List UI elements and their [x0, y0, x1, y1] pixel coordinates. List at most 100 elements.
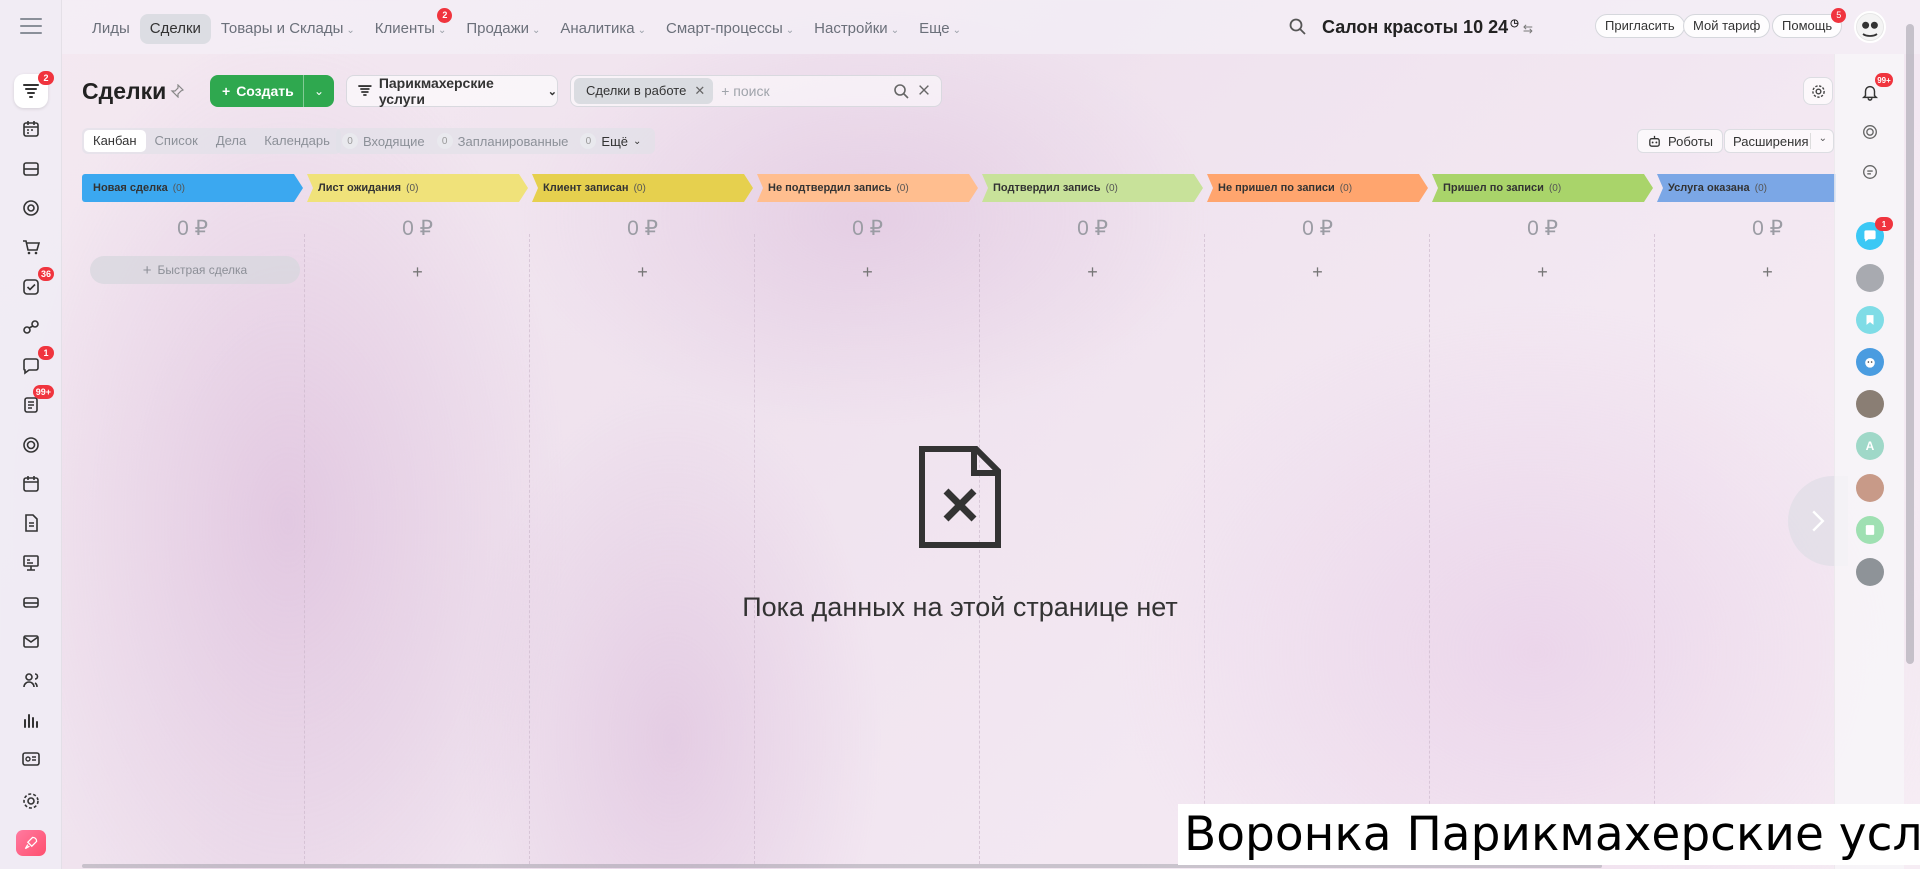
presentation-icon[interactable] [14, 546, 48, 580]
view-tab[interactable]: Календарь [255, 130, 339, 152]
target-icon[interactable] [14, 191, 48, 225]
tasks-icon[interactable]: 36 [14, 267, 54, 304]
view-tab[interactable]: Дела [207, 130, 255, 152]
stage-header[interactable]: Пришел по записи (0) [1432, 174, 1653, 202]
contacts-icon[interactable] [14, 663, 48, 697]
top-menu-item[interactable]: Аналитика ⌄ [550, 14, 656, 44]
quick-deal-button[interactable]: + Быстрая сделка [90, 256, 300, 284]
create-button[interactable]: + Создать ⌄ [210, 75, 334, 107]
notes-icon[interactable] [1856, 516, 1884, 544]
left-sidebar: 2 36 1 99+ [0, 0, 62, 869]
user-avatar[interactable] [1854, 11, 1886, 43]
bell-icon[interactable]: 99+ [1856, 73, 1893, 106]
cart-icon[interactable] [14, 230, 48, 264]
copilot-icon[interactable] [1856, 118, 1884, 146]
contact-avatar[interactable] [1856, 390, 1884, 418]
stage-header[interactable]: Не пришел по записи (0) [1207, 174, 1428, 202]
top-menu-item[interactable]: Настройки ⌄ [804, 14, 909, 44]
stage-header[interactable]: Новая сделка (0) [82, 174, 303, 202]
top-menu-item[interactable]: Сделки [139, 14, 211, 44]
view-tab[interactable]: Канбан [84, 130, 146, 152]
filter-chip[interactable]: Сделки в работе ✕ [574, 78, 714, 104]
contact-avatar[interactable] [1856, 264, 1884, 292]
vertical-scrollbar[interactable] [1906, 24, 1914, 664]
create-main[interactable]: + Создать [210, 83, 303, 99]
view-tab[interactable]: Список [146, 130, 207, 152]
pin-icon[interactable] [170, 84, 184, 98]
settings-icon[interactable] [14, 784, 48, 818]
contact-avatar-letter[interactable]: A [1856, 432, 1884, 460]
crm-icon[interactable]: 2 [14, 71, 54, 108]
add-deal-plus-icon[interactable]: + [982, 262, 1203, 283]
stage-sum: 0 ₽ [1077, 217, 1108, 240]
extensions-button[interactable]: Расширения ⌄ [1724, 129, 1834, 153]
clear-icon[interactable] [917, 83, 931, 97]
stage-count: (0) [1754, 183, 1767, 194]
counter-filter[interactable]: 0 Ещё ⌄ [580, 133, 641, 149]
top-menu-item[interactable]: Смарт-процессы ⌄ [656, 14, 804, 44]
add-deal-plus-icon[interactable]: + [757, 262, 978, 283]
bookmark-icon[interactable] [1856, 306, 1884, 334]
filter-search-box[interactable]: Сделки в работе ✕ + поиск [570, 75, 942, 107]
company-name[interactable]: Салон красоты 10 24 ◷ ⇆ [1322, 17, 1533, 38]
add-deal-plus-icon[interactable]: + [1207, 262, 1428, 283]
id-card-icon[interactable] [14, 742, 48, 776]
top-menu-item[interactable]: Товары и Склады ⌄ [211, 14, 365, 44]
calendar-grid-icon[interactable] [14, 112, 48, 146]
stage-header[interactable]: Не подтвердил запись (0) [757, 174, 978, 202]
switch-icon[interactable]: ⇆ [1523, 22, 1533, 36]
stage-header[interactable]: Клиент записан (0) [532, 174, 753, 202]
support-icon[interactable] [14, 428, 48, 462]
add-deal-plus-icon[interactable]: + [307, 262, 528, 283]
kanban-column: Клиент записан (0) 0 ₽ + [532, 174, 755, 864]
feed-icon[interactable]: 99+ [14, 385, 54, 422]
tasks-badge: 36 [37, 267, 54, 281]
automation-icon[interactable] [14, 310, 48, 344]
add-deal-plus-icon[interactable]: + [1432, 262, 1653, 283]
pipeline-selector[interactable]: Парикмахерские услуги ⌄ [346, 75, 558, 107]
quick-deal-label: Быстрая сделка [157, 263, 248, 277]
counter-filter[interactable]: 0 Входящие [342, 133, 425, 149]
tariff-button[interactable]: Мой тариф [1683, 14, 1771, 38]
invite-button[interactable]: Пригласить [1595, 14, 1685, 38]
mail-icon[interactable] [14, 624, 48, 658]
calendar-icon[interactable] [14, 467, 48, 501]
stage-sum: 0 ₽ [402, 217, 433, 240]
stage-header[interactable]: Подтвердил запись (0) [982, 174, 1203, 202]
chevron-down-icon[interactable]: ⌄ [1819, 133, 1827, 144]
search-input[interactable]: + поиск [721, 83, 769, 99]
robots-label: Роботы [1668, 133, 1714, 149]
search-icon[interactable] [893, 83, 909, 99]
analytics-icon[interactable] [14, 703, 48, 737]
robots-button[interactable]: Роботы [1637, 129, 1724, 153]
contact-avatar[interactable] [1856, 558, 1884, 586]
document-icon[interactable] [14, 506, 48, 540]
top-menu-item[interactable]: Еще ⌄ [909, 14, 971, 44]
search-icon[interactable] [1288, 17, 1308, 37]
kanban-column: Лист ожидания (0) 0 ₽ + [307, 174, 530, 864]
messenger-icon[interactable]: 1 [14, 346, 54, 383]
rocket-icon[interactable] [16, 830, 46, 856]
stage-header[interactable]: Лист ожидания (0) [307, 174, 528, 202]
top-menu-item[interactable]: Лиды [82, 14, 140, 44]
bot-avatar[interactable] [1856, 348, 1884, 376]
top-menu-item[interactable]: Клиенты ⌄ 2 [365, 8, 457, 44]
top-menu-item[interactable]: Продажи ⌄ [456, 14, 550, 44]
add-deal-plus-icon[interactable]: + [532, 262, 753, 283]
open-chat-icon[interactable]: 1 [1856, 217, 1893, 250]
help-button[interactable]: Помощь 5 [1772, 8, 1847, 38]
top-menu-label: Смарт-процессы [666, 20, 783, 37]
contact-avatar[interactable] [1856, 474, 1884, 502]
stage-header[interactable]: Услуга оказана (0) [1657, 174, 1836, 202]
chat-search-icon[interactable] [1856, 158, 1884, 186]
menu-icon[interactable] [20, 18, 42, 34]
add-deal-plus-icon[interactable]: + [1657, 262, 1836, 283]
settings-gear-button[interactable] [1803, 77, 1833, 105]
empty-state-text: Пока данных на этой странице нет [742, 592, 1178, 622]
storage-icon[interactable] [14, 585, 48, 619]
chevron-down-icon[interactable]: ⌄ [304, 84, 334, 98]
counter-filter[interactable]: 0 Запланированные [436, 133, 568, 149]
drive-icon[interactable] [14, 152, 48, 186]
chevron-down-icon: ⌄ [346, 25, 355, 36]
close-icon[interactable]: ✕ [694, 78, 705, 104]
